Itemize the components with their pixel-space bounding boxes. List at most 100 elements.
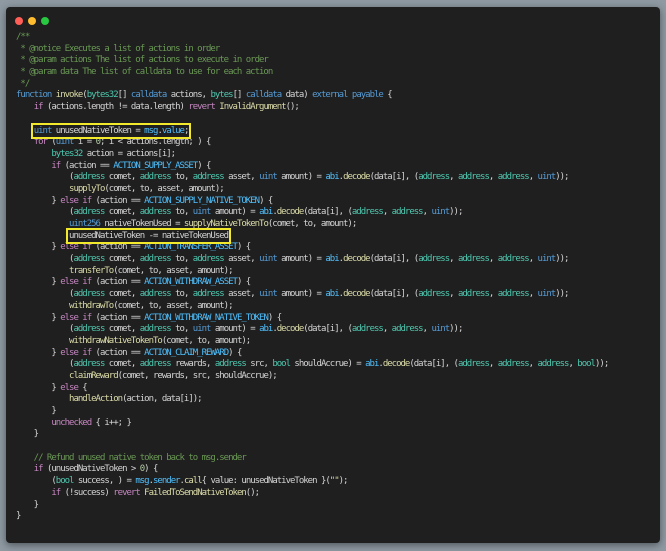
code-text: src, — [245, 359, 273, 370]
code-function-name: decode — [276, 324, 304, 335]
code-text: comet, — [104, 207, 140, 218]
code-storage-keyword: calldata — [130, 90, 167, 101]
code-line: if (action == ACTION_SUPPLY_ASSET) { — [16, 161, 608, 173]
code-text: amount) = — [276, 289, 326, 300]
code-line: } else if (action == ACTION_TRANSFER_ASS… — [16, 242, 608, 254]
code-constant: ACTION_WITHDRAW_ASSET — [144, 277, 238, 288]
code-keyword: else — [60, 242, 79, 253]
code-text: , — [528, 289, 538, 300]
code-text: (comet, to, asset, amount); — [113, 300, 233, 311]
code-keyword: if — [33, 102, 44, 113]
code-type: address — [391, 324, 424, 335]
code-storage-keyword: uint — [537, 254, 557, 265]
code-text: ( — [16, 172, 74, 183]
code-function-name: invoke — [55, 90, 83, 101]
code-function-name: decode — [382, 359, 410, 370]
code-line: /** — [16, 32, 608, 44]
code-window: /** * @notice Executes a list of actions… — [6, 7, 660, 543]
code-text: (action == — [91, 277, 145, 288]
code-text: (comet, rewards, src, shouldAccrue); — [117, 370, 278, 381]
code-line: * @param data The list of calldata to us… — [16, 67, 608, 79]
code-keyword: if — [82, 195, 92, 206]
code-type: address — [73, 172, 105, 183]
code-text: (!success) — [60, 487, 114, 498]
close-button[interactable] — [15, 17, 23, 25]
code-storage-keyword: uint — [33, 125, 53, 136]
code-text: } — [16, 195, 61, 206]
code-type: address — [192, 172, 225, 183]
code-line: if (!success) revert FailedToSendNativeT… — [16, 488, 608, 500]
code-function-name: decode — [343, 254, 370, 265]
code-text: } — [16, 406, 56, 416]
code-line: function invoke(bytes32[] calldata actio… — [16, 90, 608, 102]
code-text: (data[i], ( — [369, 254, 420, 265]
code-line: withdrawNativeTokenTo(comet, to, amount)… — [16, 336, 608, 348]
code-text: (action == — [60, 160, 114, 171]
code-text: (data[i], ( — [369, 289, 420, 300]
code-line: supplyTo(comet, to, asset, amount); — [16, 184, 608, 196]
code-text: ( — [16, 207, 74, 218]
code-line: if (actions.length != data.length) rever… — [16, 102, 608, 114]
code-type: address — [139, 324, 172, 335]
code-comment: * @notice Executes a list of actions in … — [16, 43, 220, 54]
zoom-button[interactable] — [41, 17, 49, 25]
code-line: for (uint i = 0; i < actions.length; ) { — [16, 137, 608, 149]
code-storage-keyword: external — [312, 90, 348, 101]
code-type: address — [418, 289, 450, 300]
code-text: ( — [16, 324, 74, 335]
code-function-name: "" — [329, 476, 340, 487]
code-text: to, — [170, 172, 193, 183]
code-constant: ACTION_CLAIM_REWARD — [144, 347, 229, 358]
code-text: , — [528, 172, 538, 183]
code-text: comet, — [104, 254, 140, 265]
code-storage-keyword: payable — [351, 90, 384, 101]
code-text: )); — [594, 359, 609, 370]
code-text: { i++; } — [91, 417, 132, 428]
code-text: comet, — [104, 289, 140, 300]
code-text: to, — [170, 289, 193, 300]
code-line: (address comet, address to, address asse… — [16, 254, 608, 266]
code-text: , — [568, 359, 578, 370]
code-line: // Refund unused native token back to ms… — [16, 453, 608, 465]
code-type: address — [418, 172, 450, 183]
code-constant: abi — [325, 172, 339, 183]
code-function-name: transferTo — [69, 265, 114, 276]
code-text: ) { — [228, 347, 242, 358]
code-type: address — [391, 207, 424, 218]
code-text: ) { — [259, 195, 273, 206]
code-line: (bool success, ) = msg.sender.call{ valu… — [16, 476, 608, 488]
code-function-name: claimReward — [69, 370, 119, 381]
code-line: (address comet, address to, uint amount)… — [16, 324, 608, 336]
code-keyword: if — [33, 464, 44, 475]
code-text: to, — [170, 254, 193, 265]
window-controls — [15, 17, 49, 25]
code-keyword: if — [51, 160, 61, 171]
code-line: */ — [16, 79, 608, 91]
code-text: )); — [555, 254, 569, 265]
code-constant: msg — [144, 125, 158, 136]
code-text: , — [528, 359, 538, 370]
code-storage-keyword: uint — [259, 172, 278, 183]
code-line: } else { — [16, 383, 608, 395]
code-type: address — [457, 254, 490, 265]
code-storage-keyword: uint — [431, 324, 450, 335]
code-text: action = actions[i]; — [82, 148, 176, 159]
code-text: (action, data[i]); — [122, 394, 203, 405]
minimize-button[interactable] — [28, 17, 36, 25]
code-text: , — [528, 254, 538, 265]
code-line: } else if (action == ACTION_SUPPLY_NATIV… — [16, 196, 608, 208]
code-line: } — [16, 429, 608, 441]
code-block: /** * @notice Executes a list of actions… — [16, 32, 609, 523]
code-function-name: InvalidArgument — [219, 102, 286, 113]
code-text: , — [449, 172, 458, 183]
code-line: } — [16, 511, 608, 523]
code-text: [] — [232, 90, 246, 101]
code-text: { value: unusedNativeToken }( — [201, 476, 331, 487]
